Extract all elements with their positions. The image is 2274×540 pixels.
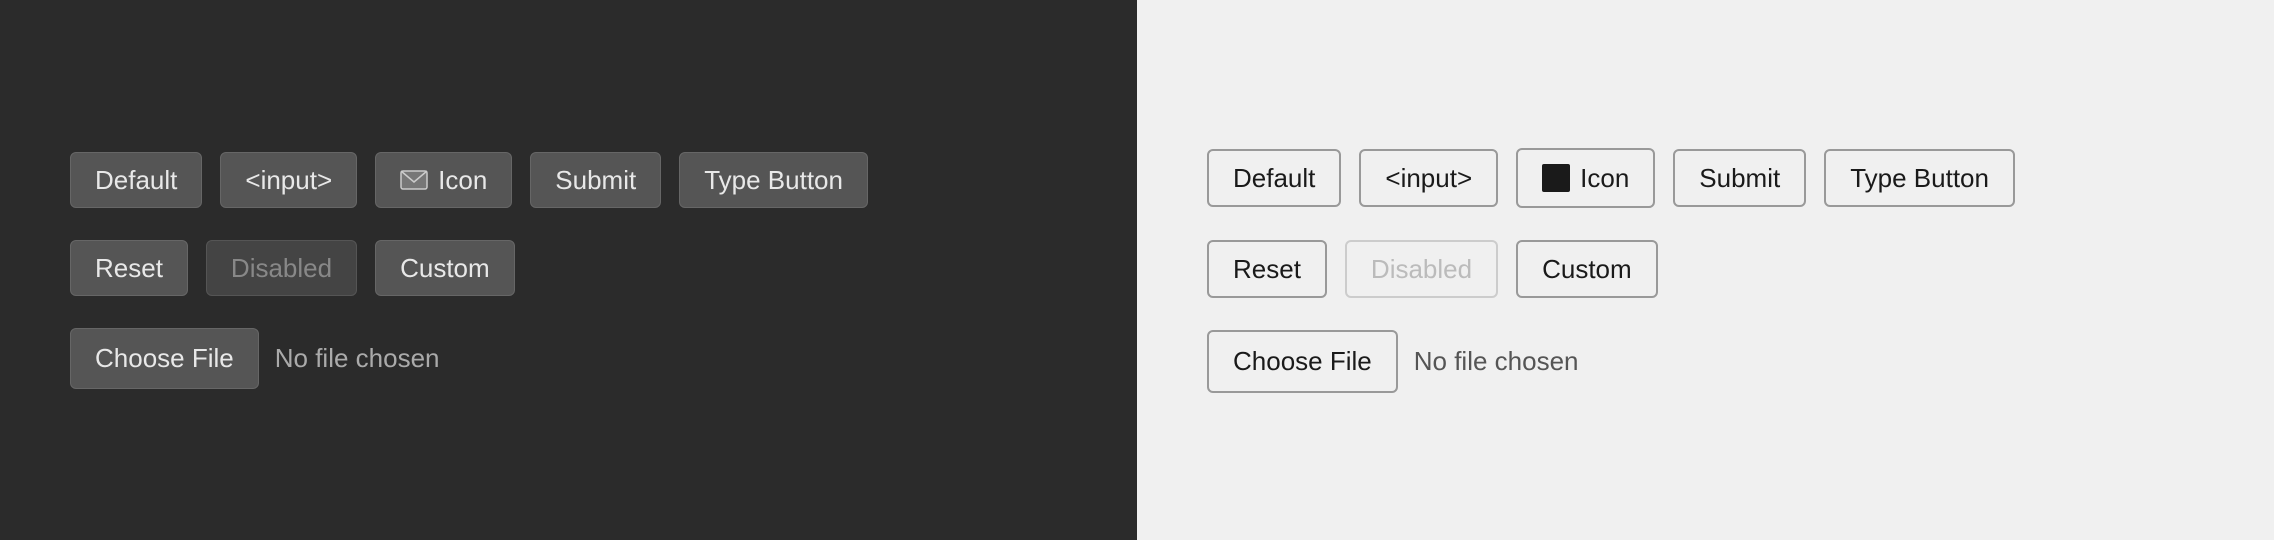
- dark-icon-label: Icon: [438, 167, 487, 193]
- light-panel: Default <input> Icon Submit Type Button …: [1137, 0, 2274, 540]
- light-custom-button[interactable]: Custom: [1516, 240, 1658, 298]
- light-no-file-label: No file chosen: [1414, 346, 1579, 377]
- light-row-1: Default <input> Icon Submit Type Button: [1207, 148, 2204, 208]
- light-file-input-row: Choose File No file chosen: [1207, 330, 2204, 393]
- dark-submit-button[interactable]: Submit: [530, 152, 661, 208]
- dark-type-button[interactable]: Type Button: [679, 152, 868, 208]
- dark-row-1: Default <input> Icon Submit Type Button: [70, 152, 1067, 208]
- dark-reset-button[interactable]: Reset: [70, 240, 188, 296]
- light-disabled-button: Disabled: [1345, 240, 1498, 298]
- light-submit-button[interactable]: Submit: [1673, 149, 1806, 207]
- dark-icon-button[interactable]: Icon: [375, 152, 512, 208]
- dark-default-button[interactable]: Default: [70, 152, 202, 208]
- dark-row-2: Reset Disabled Custom: [70, 240, 1067, 296]
- dark-file-input-row: Choose File No file chosen: [70, 328, 1067, 389]
- light-default-button[interactable]: Default: [1207, 149, 1341, 207]
- light-input-button[interactable]: <input>: [1359, 149, 1498, 207]
- dark-input-button[interactable]: <input>: [220, 152, 357, 208]
- dark-no-file-label: No file chosen: [275, 343, 440, 374]
- envelope-icon: [400, 170, 428, 190]
- dark-choose-file-button[interactable]: Choose File: [70, 328, 259, 389]
- light-reset-button[interactable]: Reset: [1207, 240, 1327, 298]
- light-icon-button[interactable]: Icon: [1516, 148, 1655, 208]
- light-row-2: Reset Disabled Custom: [1207, 240, 2204, 298]
- light-choose-file-button[interactable]: Choose File: [1207, 330, 1398, 393]
- square-icon: [1542, 164, 1570, 192]
- dark-panel: Default <input> Icon Submit Type Button …: [0, 0, 1137, 540]
- dark-custom-button[interactable]: Custom: [375, 240, 515, 296]
- light-icon-label: Icon: [1580, 165, 1629, 191]
- dark-disabled-button: Disabled: [206, 240, 357, 296]
- light-type-button[interactable]: Type Button: [1824, 149, 2015, 207]
